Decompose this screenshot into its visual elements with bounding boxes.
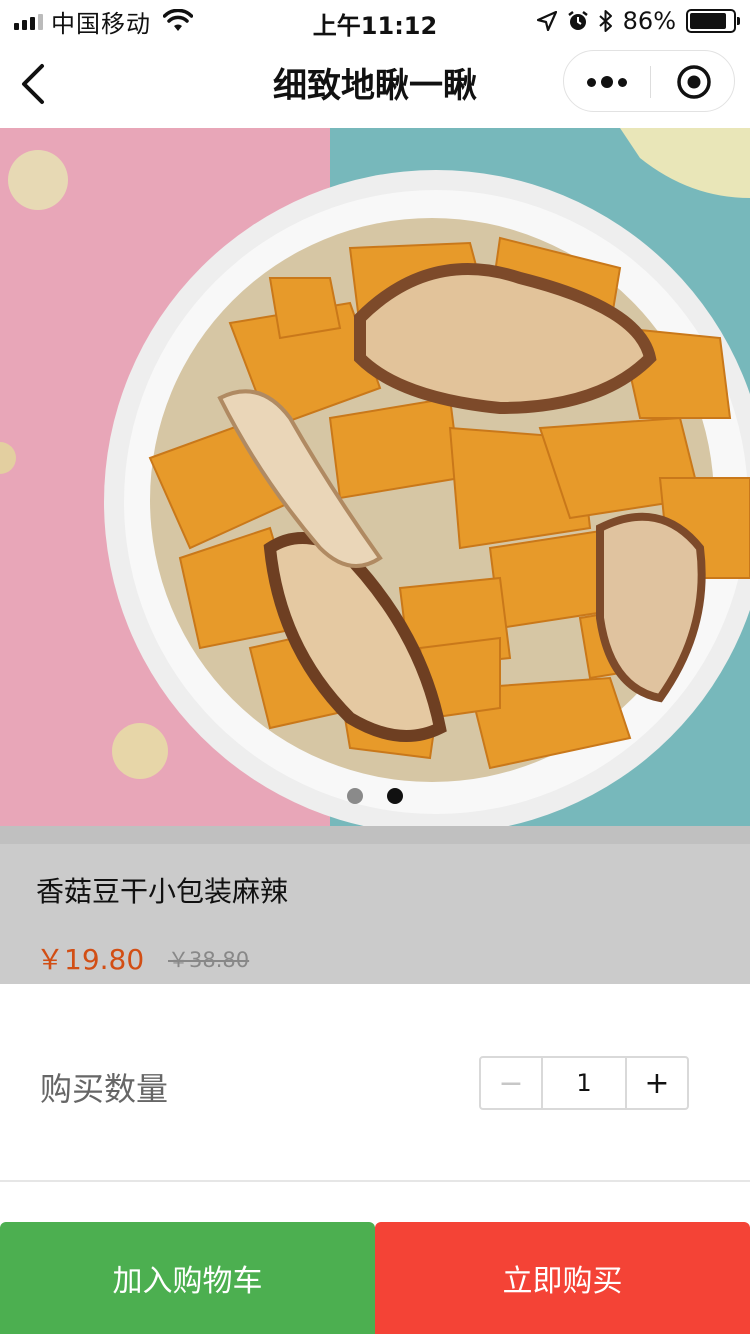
quantity-value[interactable]: 1 — [543, 1058, 625, 1108]
product-info: 香菇豆干小包装麻辣 ￥19.80 ￥38.80 — [0, 826, 750, 984]
quantity-stepper: − 1 + — [479, 1056, 689, 1110]
battery-percent: 86% — [622, 7, 676, 35]
quantity-label: 购买数量 — [40, 1070, 169, 1108]
product-name: 香菇豆干小包装麻辣 — [36, 875, 289, 908]
bottom-action-bar: 加入购物车 立即购买 — [0, 1222, 750, 1334]
battery-icon — [686, 9, 740, 33]
close-button[interactable] — [651, 51, 736, 113]
increase-button[interactable]: + — [625, 1058, 687, 1108]
nav-bar: 细致地瞅一瞅 — [0, 40, 750, 128]
product-photo — [0, 128, 750, 826]
carousel-dot[interactable] — [347, 788, 363, 804]
decrease-button[interactable]: − — [481, 1058, 543, 1108]
product-price: ￥19.80 — [36, 943, 145, 976]
product-original-price: ￥38.80 — [168, 948, 250, 972]
more-button[interactable] — [564, 51, 650, 113]
mini-program-capsule — [563, 50, 735, 112]
info-divider — [0, 826, 750, 844]
bluetooth-icon — [598, 10, 612, 32]
carousel-dot-active[interactable] — [387, 788, 403, 804]
location-arrow-icon — [536, 11, 557, 31]
buy-now-button[interactable]: 立即购买 — [375, 1222, 750, 1334]
quantity-section: 购买数量 − 1 + — [0, 984, 750, 1182]
add-to-cart-button[interactable]: 加入购物车 — [0, 1222, 375, 1334]
target-circle-icon — [676, 65, 711, 99]
carousel-indicator — [0, 788, 750, 804]
battery-fill — [690, 13, 727, 29]
product-image-carousel[interactable] — [0, 128, 750, 826]
alarm-icon — [567, 11, 588, 30]
status-bar: 中国移动 上午11:12 86% — [0, 0, 750, 40]
more-dots-icon — [587, 77, 596, 87]
status-right: 86% — [536, 6, 740, 36]
